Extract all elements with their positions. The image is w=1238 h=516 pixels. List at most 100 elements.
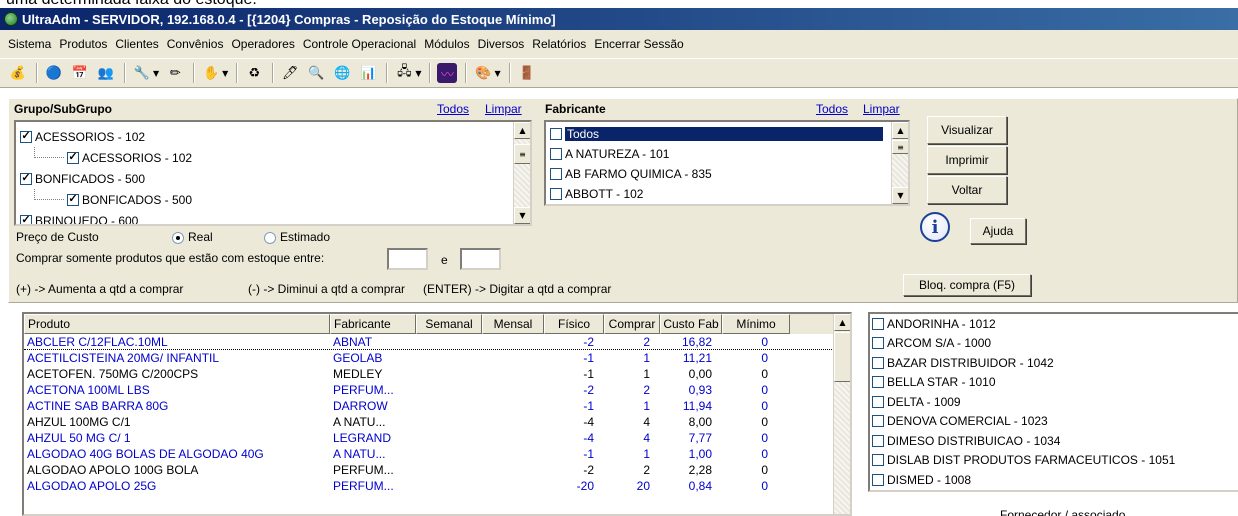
toolbar-refresh-icon[interactable]: ♻ xyxy=(244,63,264,83)
window-titlebar[interactable]: UltraAdm - SERVIDOR, 192.168.0.4 - [{120… xyxy=(0,8,1238,30)
table-row[interactable]: ACTINE SAB BARRA 80G DARROW -1 1 11,94 0 xyxy=(24,398,850,414)
stock-max-input[interactable] xyxy=(460,248,501,270)
chevron-down-icon[interactable]: ▼ xyxy=(494,69,500,78)
scroll-down-icon[interactable]: ▼ xyxy=(514,207,530,224)
grid-column-header[interactable]: Mínimo xyxy=(722,314,790,334)
group-scrollbar[interactable]: ▲ ≡ ▼ xyxy=(513,122,530,224)
supplier-checkbox[interactable] xyxy=(872,454,884,467)
grid-scrollbar[interactable]: ▲ xyxy=(833,314,850,514)
supplier-item[interactable]: DIMESO DISTRIBUICAO - 1034 xyxy=(870,431,1238,451)
manufacturer-todos-link[interactable]: Todos xyxy=(816,102,848,116)
voltar-button[interactable]: Voltar xyxy=(927,176,1007,204)
group-checkbox[interactable] xyxy=(67,193,79,206)
supplier-checkbox[interactable] xyxy=(872,317,884,330)
imprimir-button[interactable]: Imprimir xyxy=(927,146,1007,174)
group-item[interactable]: ACESSORIOS - 102 xyxy=(16,126,530,147)
supplier-item[interactable]: ANDORINHA - 1012 xyxy=(870,314,1238,334)
manufacturer-checkbox[interactable] xyxy=(550,128,562,140)
scroll-up-icon[interactable]: ▲ xyxy=(892,122,908,139)
scroll-thumb[interactable]: ≡ xyxy=(514,144,530,164)
manufacturer-scrollbar[interactable]: ▲ ≡ ▼ xyxy=(891,122,908,204)
toolbar-graph-icon[interactable]: 〰 xyxy=(437,63,458,83)
group-item[interactable]: BRINQUEDO - 600 xyxy=(16,210,530,224)
stock-min-input[interactable] xyxy=(387,248,428,270)
manufacturer-item[interactable]: Todos xyxy=(546,124,908,144)
group-item[interactable]: BONFICADOS - 500 xyxy=(16,188,530,210)
table-row[interactable]: ACETILCISTEINA 20MG/ INFANTIL GEOLAB -1 1 11… xyxy=(24,350,850,366)
product-grid[interactable]: Produto Fabricante Semanal Mensal Físico Comp… xyxy=(22,312,852,516)
menu-item-7[interactable]: Diversos xyxy=(474,37,529,51)
table-row[interactable]: ACETOFEN. 750MG C/200CPS MEDLEY -1 1 0,00 0 xyxy=(24,366,850,382)
table-row[interactable]: ABCLER C/12FLAC.10ML ABNAT -2 2 16,82 0 xyxy=(24,334,850,350)
grid-column-header[interactable]: Fabricante xyxy=(330,314,416,334)
radio-estimado[interactable] xyxy=(264,231,276,244)
manufacturer-limpar-link[interactable]: Limpar xyxy=(863,102,900,116)
bloq-compra-button[interactable]: Bloq. compra (F5) xyxy=(903,274,1031,296)
toolbar-exit-icon[interactable]: 🚪 xyxy=(517,63,537,83)
manufacturer-list[interactable]: Todos A NATUREZA - 101 AB FARMO QUIMICA - … xyxy=(544,120,910,206)
grid-column-header[interactable]: Semanal xyxy=(416,314,482,334)
toolbar-globe-icon[interactable]: 🌐 xyxy=(332,63,352,83)
manufacturer-item[interactable]: A NATUREZA - 101 xyxy=(546,144,908,164)
menu-item-5[interactable]: Controle Operacional xyxy=(299,37,420,51)
scroll-down-icon[interactable]: ▼ xyxy=(892,187,908,204)
group-checkbox[interactable] xyxy=(20,172,32,185)
toolbar-hand-icon[interactable]: ✋ xyxy=(201,63,221,83)
menu-item-8[interactable]: Relatórios xyxy=(528,37,590,51)
table-row[interactable]: AHZUL 50 MG C/ 1 LEGRAND -4 4 7,77 0 xyxy=(24,430,850,446)
group-checkbox[interactable] xyxy=(67,151,79,164)
supplier-checkbox[interactable] xyxy=(872,473,884,486)
supplier-item[interactable]: DISLAB DIST PRODUTOS FARMACEUTICOS - 105… xyxy=(870,451,1238,471)
supplier-item[interactable]: DENOVA COMERCIAL - 1023 xyxy=(870,412,1238,432)
supplier-item[interactable]: DISMED - 1008 xyxy=(870,470,1238,490)
scroll-thumb[interactable]: ≡ xyxy=(892,140,908,154)
grid-column-header[interactable]: Custo Fab xyxy=(660,314,722,334)
menu-item-9[interactable]: Encerrar Sessão xyxy=(590,37,687,51)
manufacturer-checkbox[interactable] xyxy=(550,188,562,200)
manufacturer-checkbox[interactable] xyxy=(550,148,562,160)
supplier-item[interactable]: DELTA - 1009 xyxy=(870,392,1238,412)
supplier-checkbox[interactable] xyxy=(872,356,884,369)
cost-real-radio[interactable]: Real xyxy=(172,230,213,244)
table-row[interactable]: ALGODAO APOLO 25G PERFUM... -20 20 0,84 0 xyxy=(24,478,850,494)
supplier-checkbox[interactable] xyxy=(872,376,884,389)
toolbar-tools-icon[interactable]: 🔧 xyxy=(132,63,152,83)
menu-item-2[interactable]: Clientes xyxy=(111,37,162,51)
toolbar-network-icon[interactable]: 🖧 xyxy=(394,63,414,83)
group-tree[interactable]: ACESSORIOS - 102 ACESSORIOS - 102 BONFICAD… xyxy=(14,120,532,226)
supplier-checkbox[interactable] xyxy=(872,337,884,350)
menu-item-6[interactable]: Módulos xyxy=(420,37,473,51)
toolbar-chart-icon[interactable]: 📊 xyxy=(358,63,378,83)
menu-item-0[interactable]: Sistema xyxy=(4,37,55,51)
toolbar-product-icon[interactable]: 🔵 xyxy=(44,63,64,83)
supplier-list[interactable]: ANDORINHA - 1012 ARCOM S/A - 1000 BAZAR DI… xyxy=(868,312,1238,492)
supplier-checkbox[interactable] xyxy=(872,415,884,428)
group-item[interactable]: ACESSORIOS - 102 xyxy=(16,146,530,168)
manufacturer-item[interactable]: ABBOTT - 102 xyxy=(546,184,908,204)
toolbar-cash-icon[interactable]: 💰 xyxy=(8,63,28,83)
grid-column-header[interactable]: Comprar xyxy=(604,314,660,334)
chevron-down-icon[interactable]: ▼ xyxy=(153,69,159,78)
table-row[interactable]: ALGODAO 40G BOLAS DE ALGODAO 40G A NATU..… xyxy=(24,446,850,462)
manufacturer-checkbox[interactable] xyxy=(550,168,562,180)
chevron-down-icon[interactable]: ▼ xyxy=(415,69,421,78)
grid-column-header[interactable]: Produto xyxy=(24,314,330,334)
supplier-checkbox[interactable] xyxy=(872,434,884,447)
toolbar-color-icon[interactable]: 🎨 xyxy=(473,63,493,83)
grid-column-header[interactable]: Mensal xyxy=(482,314,544,334)
scroll-up-icon[interactable]: ▲ xyxy=(514,122,530,139)
visualizar-button[interactable]: Visualizar xyxy=(927,116,1007,144)
table-row[interactable]: ACETONA 100ML LBS PERFUM... -2 2 0,93 0 xyxy=(24,382,850,398)
table-row[interactable]: ALGODAO APOLO 100G BOLA PERFUM... -2 2 2,28 0 xyxy=(24,462,850,478)
grid-column-header[interactable]: Físico xyxy=(544,314,604,334)
group-checkbox[interactable] xyxy=(20,130,32,143)
menu-item-4[interactable]: Operadores xyxy=(227,37,298,51)
toolbar-calendar-icon[interactable]: 📅 xyxy=(70,63,90,83)
scroll-thumb[interactable] xyxy=(834,332,850,382)
group-todos-link[interactable]: Todos xyxy=(437,102,469,116)
group-limpar-link[interactable]: Limpar xyxy=(485,102,522,116)
table-row[interactable]: AHZUL 100MG C/1 A NATU... -4 4 8,00 0 xyxy=(24,414,850,430)
menu-item-3[interactable]: Convênios xyxy=(163,37,228,51)
radio-real[interactable] xyxy=(172,231,184,244)
supplier-item[interactable]: ARCOM S/A - 1000 xyxy=(870,334,1238,354)
